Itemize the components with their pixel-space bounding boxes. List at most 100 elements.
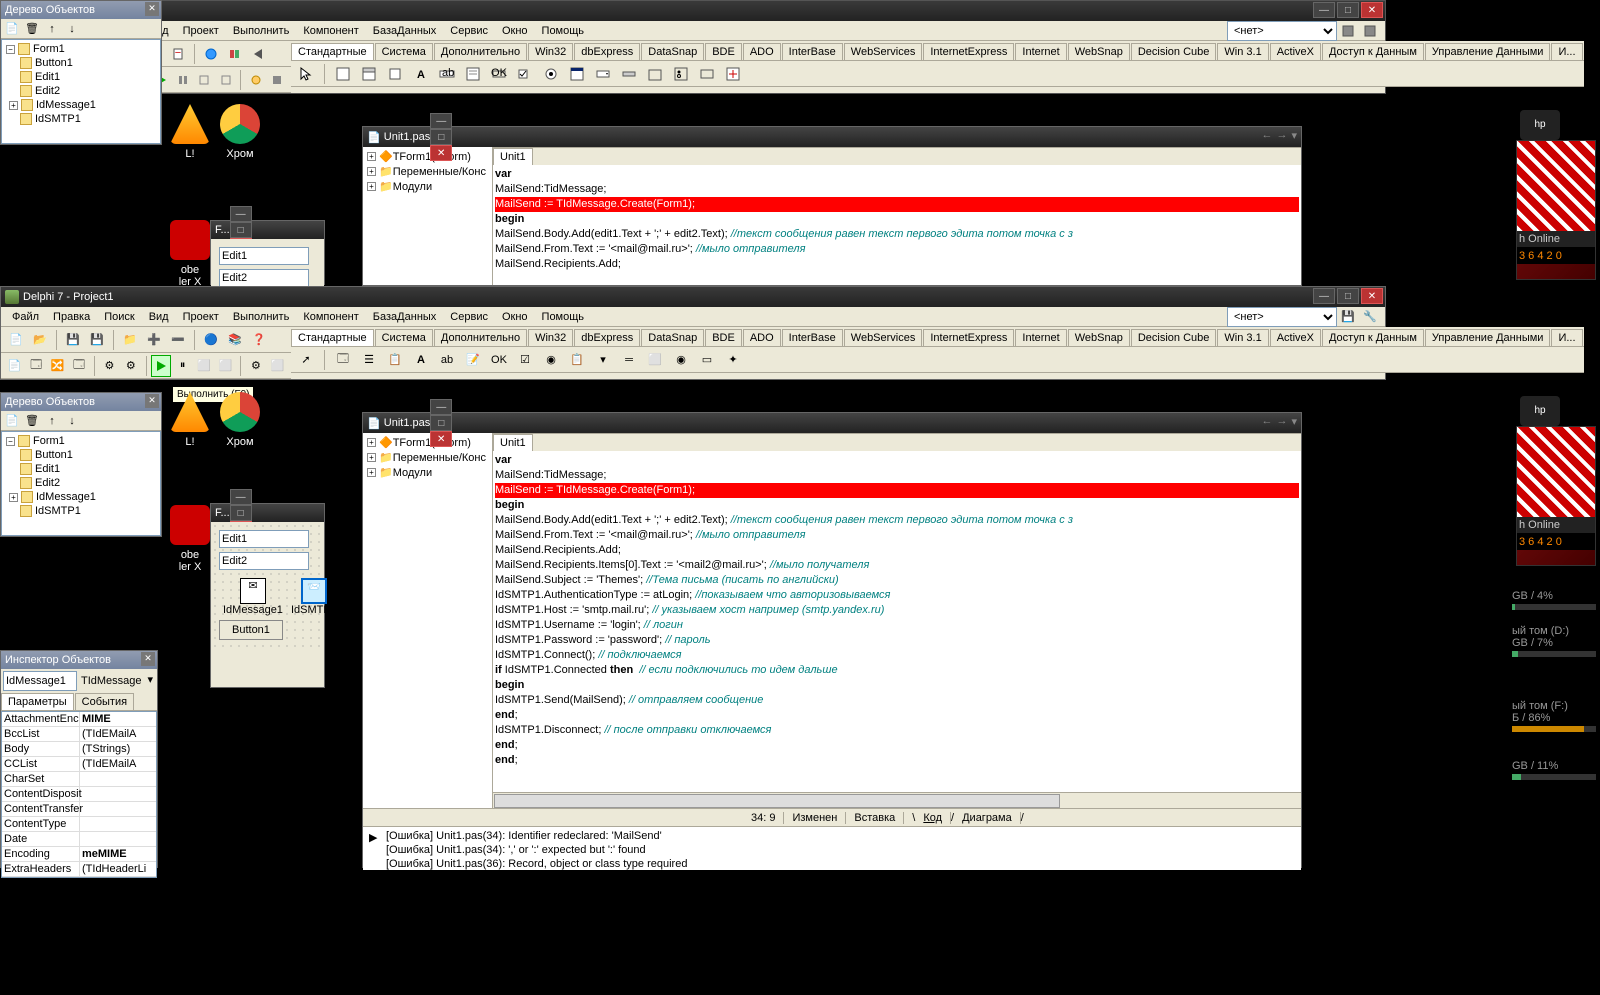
remove-file-icon[interactable]: − [167,43,189,65]
button1[interactable]: Button1 [219,620,283,640]
close-button[interactable]: ✕ [1361,288,1383,304]
idmessage-component[interactable]: ✉IdMessage1 [223,578,283,616]
comp-label-icon[interactable]: A [410,63,432,85]
tab-events[interactable]: События [75,693,134,710]
object-tree-title[interactable]: Дерево Объектов✕ [1,1,161,19]
tb-extra-2-icon[interactable] [268,69,287,91]
code-explorer-2[interactable]: +🔶 TForm1(TForm) +📁 Переменные/Конс +📁 М… [363,433,493,808]
tab-internetexpress[interactable]: InternetExpress [923,43,1014,60]
code-titlebar[interactable]: 📄 Unit1.pas —□✕ [363,127,1301,147]
desktop-icon-chrome-2[interactable]: Хром [210,392,270,448]
expand-icon[interactable]: ▶ [369,831,377,844]
save-desktop-icon[interactable]: 💾 [1337,306,1359,328]
help-books-icon[interactable] [224,43,246,65]
tab-win31[interactable]: Win 3.1 [1217,43,1268,60]
maximize-button[interactable]: □ [430,129,452,145]
tab-unit[interactable]: Unit1 [493,148,533,165]
close-icon[interactable]: ✕ [145,2,159,16]
minimize-button[interactable]: — [430,113,452,129]
tab-properties[interactable]: Параметры [1,693,74,710]
tab-diagram[interactable]: Диаграма [954,812,1021,824]
comp-groupbox-icon[interactable] [644,63,666,85]
comp-memo-icon[interactable] [462,63,484,85]
unit-tabs[interactable]: Unit1 ←→▾ [493,147,1301,165]
nav-back-icon[interactable]: ← [1261,129,1272,142]
comp-edit-icon[interactable]: ab [436,63,458,85]
desktop-combo[interactable]: <нет> [1227,307,1337,327]
tab-code[interactable]: Код [915,812,951,824]
tab-internet[interactable]: Internet [1015,43,1066,60]
tab-datacontrols[interactable]: Управление Данными [1425,43,1551,60]
main-menu-2[interactable]: ФайлПравкаПоискВидПроектВыполнитьКомпоне… [1,307,1385,327]
ot-down-icon[interactable]: ↓ [63,21,81,37]
tb-extra-1-icon[interactable] [246,69,265,91]
comp-checkbox-icon[interactable] [514,63,536,85]
pause-icon[interactable] [173,69,192,91]
menu-help[interactable]: Помощь [535,23,592,39]
ot-new-icon[interactable]: 📄 [3,21,21,37]
tab-webservices[interactable]: WebServices [844,43,923,60]
ot-up-icon[interactable]: ↑ [43,21,61,37]
form-title[interactable]: F... —□✕ [211,221,324,239]
component-palette-2[interactable]: ➚ 🗔☰📋Aab📝OK☑◉📋▾═⬜◉▭✦ [291,347,1584,373]
close-button[interactable]: ✕ [430,145,452,161]
desktop-combo[interactable]: <нет> [1227,21,1337,41]
minimize-button[interactable]: — [1313,288,1335,304]
saveall-icon[interactable]: 💾 [86,329,108,351]
code-editor-text[interactable]: varMailSend:TidMessage;MailSend := TIdMe… [493,165,1301,285]
menu-window[interactable]: Окно [495,23,535,39]
edit1-field[interactable]: Edit1 [219,530,309,548]
main-menu[interactable]: Файл Правка Поиск Вид Проект Выполнить К… [1,21,1385,41]
comp-actionlist-icon[interactable] [722,63,744,85]
oi-object-combo[interactable] [3,671,77,691]
property-grid[interactable]: AttachmentEncMIMEBccList(TIdEMailABody(T… [1,711,157,878]
tab-more[interactable]: И... [1551,43,1582,60]
save-icon[interactable]: 💾 [62,329,84,351]
menu-database[interactable]: БазаДанных [366,23,444,39]
form-designer-2[interactable]: F... —□✕ Edit1 Edit2 ✉IdMessage1 📨IdSMTP… [210,503,325,688]
open-icon[interactable]: 📂 [29,329,51,351]
comp-listbox-icon[interactable] [566,63,588,85]
edit2-field[interactable]: Edit2 [219,269,309,287]
debug-desktop-icon[interactable]: 🔧 [1359,306,1381,328]
menu-run[interactable]: Выполнить [226,23,296,39]
minimize-button[interactable]: — [230,206,252,222]
tab-unit[interactable]: Unit1 [493,434,533,451]
comp-button-icon[interactable]: OK [488,63,510,85]
tab-websnap[interactable]: WebSnap [1068,43,1130,60]
desktop-icon-chrome[interactable]: Хром [210,104,270,160]
comp-radio-icon[interactable] [540,63,562,85]
nav-dd-icon[interactable]: ▾ [1291,129,1297,142]
form-surface[interactable]: Edit1 Edit2 ✉IdMessage1 📨IdSMTP1 Button1 [211,522,324,648]
maximize-button[interactable]: □ [230,222,252,238]
close-button[interactable]: ✕ [1361,2,1383,18]
help-contents-icon[interactable] [200,43,222,65]
edit1-field[interactable]: Edit1 [219,247,309,265]
trace-icon[interactable] [194,69,213,91]
tab-standard[interactable]: Стандартные [291,43,374,60]
tab-dbexpress[interactable]: dbExpress [574,43,640,60]
tab-dataaccess[interactable]: Доступ к Данным [1322,43,1424,60]
pointer-icon[interactable] [295,63,317,85]
new-icon[interactable]: 📄 [5,329,27,351]
pause-icon[interactable]: ⏸ [173,355,192,377]
code-titlebar-2[interactable]: 📄 Unit1.pas —□✕ [363,413,1301,433]
code-explorer[interactable]: +🔶 TForm1(TForm) +📁 Переменные/Конс +📁 М… [363,147,493,285]
comp-frames-icon[interactable] [332,63,354,85]
menu-tools[interactable]: Сервис [443,23,495,39]
menu-component[interactable]: Компонент [296,23,365,39]
comp-mainmenu-icon[interactable] [358,63,380,85]
tab-interbase[interactable]: InterBase [782,43,843,60]
pointer-icon[interactable]: ➚ [295,349,317,371]
comp-popupmenu-icon[interactable] [384,63,406,85]
tab-bde[interactable]: BDE [705,43,742,60]
comp-panel-icon[interactable] [696,63,718,85]
component-palette[interactable]: A ab OK [291,61,1584,87]
titlebar-2[interactable]: Delphi 7 - Project1 —□✕ [1,287,1385,307]
object-tree-2[interactable]: −Form1 Button1 Edit1 Edit2 +IdMessage1 I… [1,431,161,536]
component-palette-tabs-2[interactable]: СтандартныеСистемаДополнительноWin32dbEx… [291,327,1584,347]
object-tree[interactable]: −Form1 Button1 Edit1 Edit2 +IdMessage1 I… [1,39,161,144]
help-arrow-icon[interactable] [248,43,270,65]
tab-activex[interactable]: ActiveX [1270,43,1321,60]
step-icon[interactable] [216,69,235,91]
